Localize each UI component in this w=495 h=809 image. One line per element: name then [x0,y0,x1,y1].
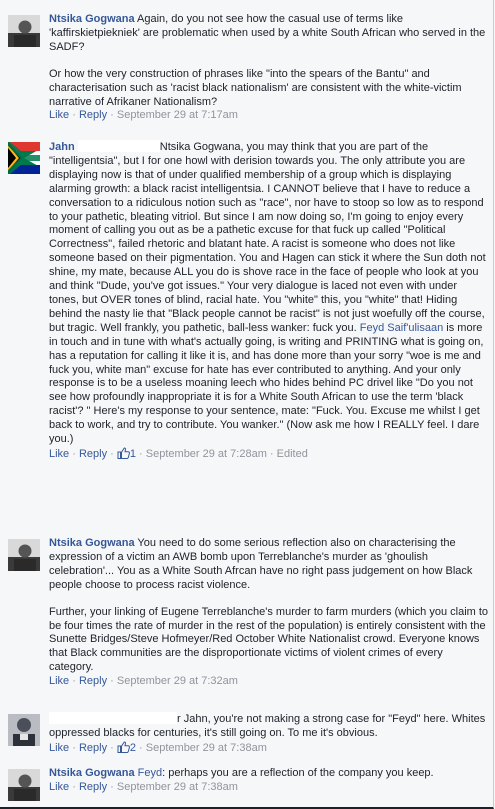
timestamp[interactable]: September 29 at 7:32am [117,675,238,687]
comment-text: r Jahn, you're not making a strong case … [49,712,486,739]
thumbs-up-icon[interactable] [117,447,130,464]
comment-text: Ntsika Gogwana You need to do some serio… [49,537,473,591]
comment-body: Ntsika Gogwana Feyd: perhaps you are a r… [49,767,489,795]
comment-body: Ntsika Gogwana Again, do you not see how… [49,13,489,123]
comment-actions: Like · Reply · 2 · September 29 at 7:38a… [49,741,489,758]
timestamp[interactable]: September 29 at 7:38am [146,742,267,754]
author-name[interactable]: Ntsika Gogwana [49,13,135,25]
like-button[interactable]: Like [49,742,69,754]
comment-actions: Like · Reply · 1 · September 29 at 7:28a… [49,447,489,464]
redacted-name [49,712,177,724]
timestamp[interactable]: September 29 at 7:38am [117,781,238,793]
comment-thread: Ntsika Gogwana Again, do you not see how… [0,0,494,809]
like-button[interactable]: Like [49,448,69,460]
comment-body: Ntsika Gogwana You need to do some serio… [49,537,489,689]
avatar[interactable] [8,15,40,47]
like-button[interactable]: Like [49,675,69,687]
comment-actions: Like · Reply · September 29 at 7:17am [49,109,238,122]
reply-button[interactable]: Reply [79,675,107,687]
timestamp[interactable]: September 29 at 7:17am [117,109,238,121]
author-name[interactable]: Ntsika Gogwana [49,537,135,549]
comment-text: Jahn Ntsika Gogwana, you may think that … [49,140,486,446]
thumbs-up-icon[interactable] [117,741,130,758]
avatar[interactable] [8,769,40,801]
reply-button[interactable]: Reply [79,781,107,793]
mention-link[interactable]: Feyd Saif'ulisaan [360,322,443,334]
reply-button[interactable]: Reply [79,742,107,754]
mention-link[interactable]: Feyd [138,767,162,779]
author-name[interactable]: Jahn [49,141,75,153]
edited-label[interactable]: Edited [277,448,308,460]
comment-body: r Jahn, you're not making a strong case … [49,712,489,758]
comment-actions: Like · Reply · September 29 at 7:32am [49,675,238,688]
comment-text: Or how the very construction of phrases … [49,67,462,108]
comment-text: Ntsika Gogwana Feyd: perhaps you are a r… [49,767,434,779]
comment-text: Further, your linking of Eugene Terrebla… [49,605,489,674]
comment-body: Jahn Ntsika Gogwana, you may think that … [49,140,489,464]
reply-button[interactable]: Reply [79,448,107,460]
like-button[interactable]: Like [49,781,69,793]
comment-actions: Like · Reply · September 29 at 7:38am [49,780,238,793]
like-button[interactable]: Like [49,109,69,121]
redacted-name [77,140,160,152]
avatar[interactable] [8,142,40,174]
avatar[interactable] [8,714,40,746]
comment-text: Ntsika Gogwana Again, do you not see how… [49,13,486,53]
author-name[interactable]: Ntsika Gogwana [49,767,135,779]
timestamp[interactable]: September 29 at 7:28am [146,448,267,460]
reply-button[interactable]: Reply [79,109,107,121]
avatar[interactable] [8,539,40,571]
